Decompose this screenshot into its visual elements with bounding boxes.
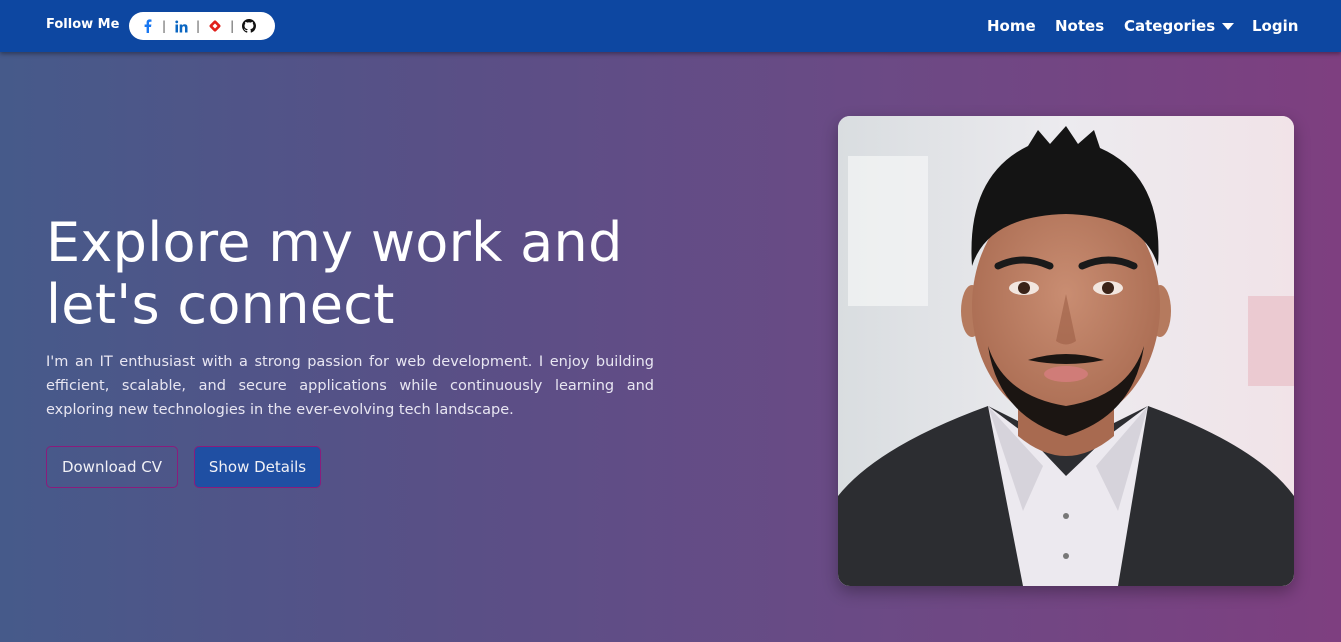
caret-down-icon bbox=[1222, 22, 1235, 30]
hero-title: Explore my work and let's connect bbox=[46, 211, 623, 336]
nav-notes-link[interactable]: Notes bbox=[1055, 17, 1104, 35]
show-details-button[interactable]: Show Details bbox=[194, 446, 321, 488]
nav-links: Home Notes Categories Login bbox=[0, 17, 1341, 37]
nav-categories-label: Categories bbox=[1124, 17, 1216, 35]
hero-description: I'm an IT enthusiast with a strong passi… bbox=[46, 354, 654, 418]
nav-login-link[interactable]: Login bbox=[1252, 17, 1298, 35]
download-cv-button[interactable]: Download CV bbox=[46, 446, 178, 488]
navbar: Follow Me | | | Home Notes Categories Lo… bbox=[0, 0, 1341, 52]
portrait-illustration bbox=[838, 116, 1294, 586]
profile-photo bbox=[838, 116, 1294, 586]
nav-home-link[interactable]: Home bbox=[987, 17, 1036, 35]
nav-categories-dropdown[interactable]: Categories bbox=[1124, 17, 1235, 35]
